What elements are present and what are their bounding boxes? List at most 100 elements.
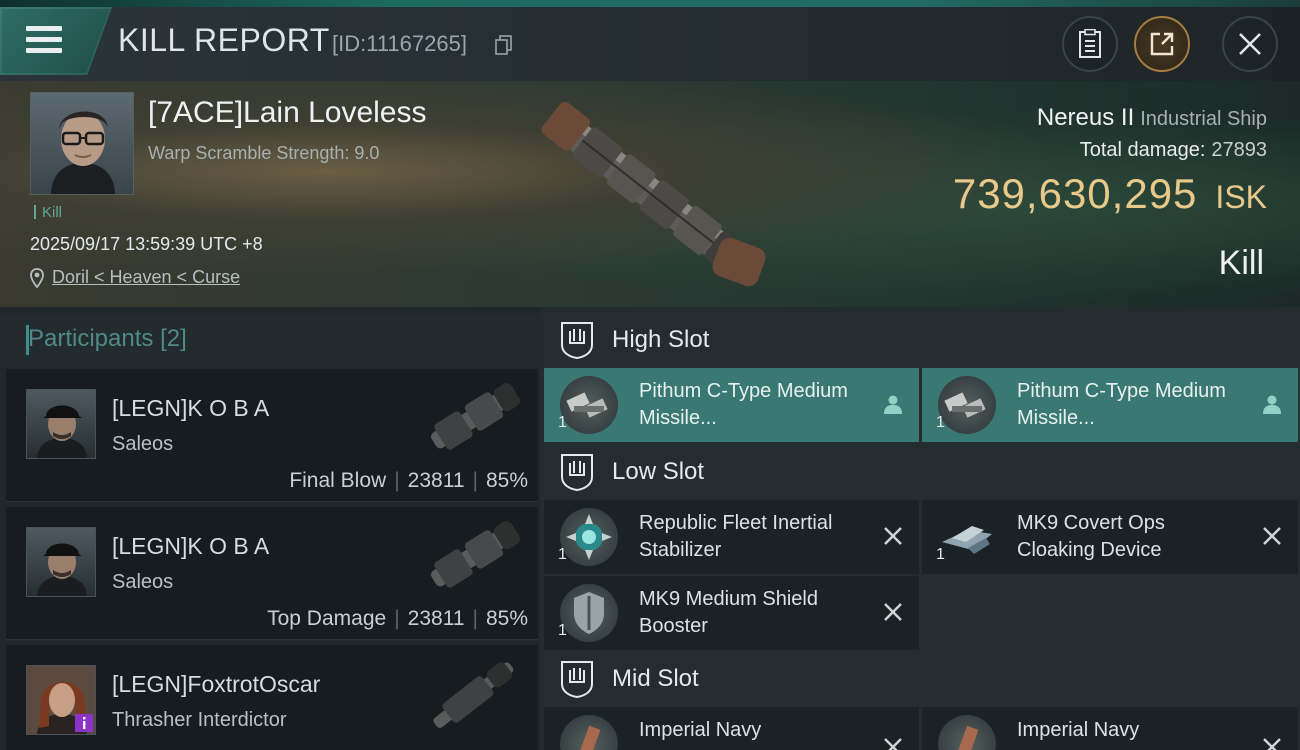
module-qty: 1 [936,546,945,563]
participant-avatar [26,389,96,459]
victim-ship-image [541,101,766,287]
high-slot-header: High Slot [560,317,709,363]
kill-location[interactable]: Doril < Heaven < Curse [30,267,240,288]
victim-avatar[interactable] [30,92,134,195]
module-qty: 1 [558,546,567,563]
missile-launcher-icon [938,376,996,434]
participant-role: Final Blow [289,469,387,492]
info-badge-icon [75,714,93,732]
destroyed-icon [1263,738,1281,750]
module-icon [938,715,996,750]
module-name: Pithum C-Type Medium Missile... [1017,380,1226,429]
participant-damage: 23811 [407,469,465,492]
module-qty: 1 [936,414,945,431]
module-qty: 1 [558,414,567,431]
module-name: MK9 Medium Shield Booster [639,588,818,637]
pilot-icon [1263,395,1281,414]
mid-slot-label: Mid Slot [612,665,699,692]
low-slot-header: Low Slot [560,449,704,495]
total-damage-value: 27893 [1211,139,1267,161]
module-card[interactable]: 1 Pithum C-Type Medium Missile... [922,368,1298,442]
destroyed-icon [884,738,902,750]
victim-name[interactable]: [7ACE]Lain Loveless [148,96,427,130]
module-card[interactable]: 1 MK9 Covert Ops Cloaking Device [922,500,1298,574]
total-damage: Total damage: 27893 [1080,139,1267,162]
mid-slot-icon [561,661,593,698]
location-link[interactable]: Doril < Heaven < Curse [52,267,240,288]
module-qty: 1 [558,622,567,639]
share-button[interactable] [1134,16,1190,72]
participants-title: Participants [2] [26,325,187,355]
participants-label: Participants [28,325,154,352]
victim-ship-info: Nereus II Industrial Ship [1037,104,1267,132]
copy-icon[interactable] [495,35,513,55]
module-card[interactable]: 1 Pithum C-Type Medium Missile... [544,368,919,442]
module-card[interactable]: 1 Republic Fleet Inertial Stabilizer [544,500,919,574]
destroyed-icon [884,527,902,545]
low-slot-icon [561,454,593,491]
victim-portrait-image [51,111,115,194]
pilot-icon [884,395,902,414]
participant-percent: 85% [485,607,528,630]
participant-avatar [26,527,96,597]
clipboard-icon [1079,29,1101,58]
participant-ship-image [433,662,514,728]
participant-stats: Top Damage | 23811 | 85% [267,607,528,630]
close-button[interactable] [1222,16,1278,72]
participant-ship-image [431,521,520,588]
module-card[interactable]: 1 MK9 Medium Shield Booster [544,576,919,650]
isk-amount: 739,630,295 [952,170,1198,217]
participant-card[interactable]: [LEGN]K O B A Saleos Top Damage | 23811 | 85… [6,507,538,640]
result-label: Kill [1218,244,1264,282]
participant-avatar [26,665,96,735]
page-title: KILL REPORT [118,22,330,58]
participant-role: Top Damage [267,607,387,630]
high-slot-icon [561,322,593,359]
destroyed-icon [1263,527,1281,545]
module-icon [560,715,618,750]
participant-percent: 85% [485,469,528,492]
shield-booster-icon [560,584,618,642]
participant-stats: Final Blow | 23811 | 85% [289,469,528,492]
participant-name: [LEGN]K O B A [112,533,270,559]
share-icon [1150,32,1174,56]
location-pin-icon [30,267,44,288]
participant-damage: 23811 [407,607,465,630]
module-name: MK9 Covert Ops Cloaking Device [1017,512,1165,561]
low-slot-label: Low Slot [612,458,705,485]
participant-ship-image [431,383,520,450]
module-name: Imperial Navy [1017,719,1140,741]
participants-count: [2] [160,325,187,352]
module-card[interactable]: Imperial Navy [922,707,1298,750]
mid-slot-header: Mid Slot [560,656,699,702]
participant-ship: Saleos [112,571,174,593]
module-card[interactable]: Imperial Navy [544,707,919,750]
module-name: Pithum C-Type Medium Missile... [639,380,848,429]
high-slot-label: High Slot [612,326,710,353]
participant-portrait-image [37,405,87,458]
top-accent-line [0,0,1300,7]
participant-card[interactable]: [LEGN]FoxtrotOscar Thrasher Interdictor [6,645,538,750]
participant-ship: Thrasher Interdictor [112,709,287,731]
cloaking-device-icon [938,508,996,566]
menu-icon[interactable] [26,26,62,54]
participant-name: [LEGN]K O B A [112,395,270,421]
report-id: [ID:11167265] [332,31,467,56]
participant-ship: Saleos [112,433,174,455]
participant-portrait-image [37,543,87,596]
isk-value: 739,630,295 ISK [953,170,1267,218]
participant-name: [LEGN]FoxtrotOscar [112,671,321,697]
kill-type-tag: Kill [34,204,62,221]
missile-launcher-icon [560,376,618,434]
isk-unit: ISK [1215,179,1267,215]
total-damage-label: Total damage: [1079,139,1206,161]
ship-class: Industrial Ship [1140,108,1267,130]
module-name: Republic Fleet Inertial Stabilizer [639,512,833,561]
close-icon [1239,33,1261,55]
warp-scramble-strength: Warp Scramble Strength: 9.0 [148,143,380,163]
participant-card[interactable]: [LEGN]K O B A Saleos Final Blow | 23811 | 85… [6,369,538,502]
kill-report-screen: KILL REPORT [ID:11167265] [7ACE]Lain Lov… [0,0,1300,750]
ship-name[interactable]: Nereus II [1037,104,1134,131]
clipboard-button[interactable] [1062,16,1118,72]
kill-datetime: 2025/09/17 13:59:39 UTC +8 [30,234,263,254]
